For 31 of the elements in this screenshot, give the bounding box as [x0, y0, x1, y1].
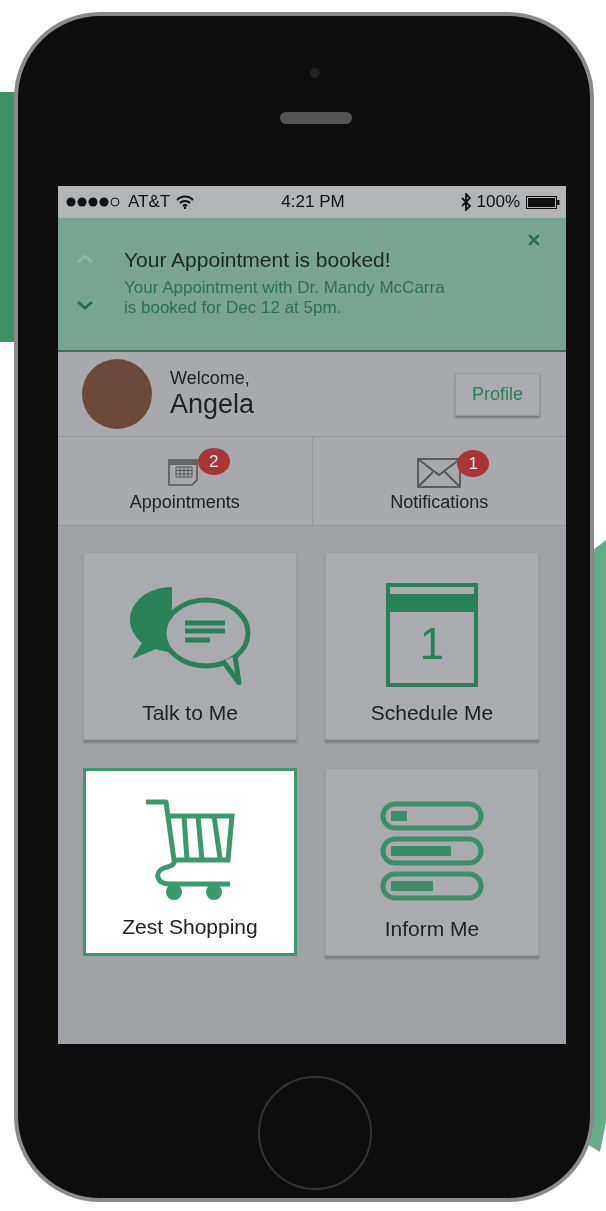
close-icon[interactable]	[528, 234, 540, 246]
calendar-icon: 1	[386, 583, 478, 687]
notification-message: Your Appointment with Dr. Mandy McCarra is booked for Dec 12 at 5pm.	[124, 278, 446, 318]
count-badge: 2	[197, 448, 230, 475]
nav-tab[interactable]: 2 Appointments	[58, 437, 313, 525]
app-tile[interactable]: Talk to Me	[83, 552, 297, 740]
envelope-icon	[417, 458, 462, 488]
nav-label: Notifications	[390, 492, 489, 513]
carrier-name: AT&T	[128, 192, 171, 212]
nav-label: Appointments	[129, 492, 240, 513]
user-name: Angela	[170, 389, 256, 420]
wifi-icon	[176, 195, 195, 209]
battery-percent: 100%	[476, 192, 520, 212]
status-time: 4:21 PM	[281, 192, 345, 212]
home-button[interactable]	[258, 1076, 372, 1190]
tile-label: Talk to Me	[142, 701, 238, 725]
tile-label: Schedule Me	[370, 701, 494, 725]
signal-icon	[66, 197, 122, 207]
notification-title: Your Appointment is booked!	[124, 248, 392, 272]
battery-icon	[526, 195, 560, 209]
app-tile[interactable]: Inform Me	[325, 768, 539, 956]
app-tile[interactable]: Zest Shopping	[83, 768, 297, 956]
speaker-grille	[280, 112, 352, 124]
app-tile[interactable]: 1 Schedule Me	[325, 552, 539, 740]
tile-label: Zest Shopping	[122, 915, 258, 939]
progress-bars-icon	[380, 799, 484, 903]
count-badge: 1	[457, 450, 490, 477]
welcome-label: Welcome,	[170, 368, 251, 389]
bluetooth-icon	[460, 193, 471, 211]
nav-tab[interactable]: 1 Notifications	[312, 437, 566, 525]
tile-label: Inform Me	[384, 917, 480, 941]
